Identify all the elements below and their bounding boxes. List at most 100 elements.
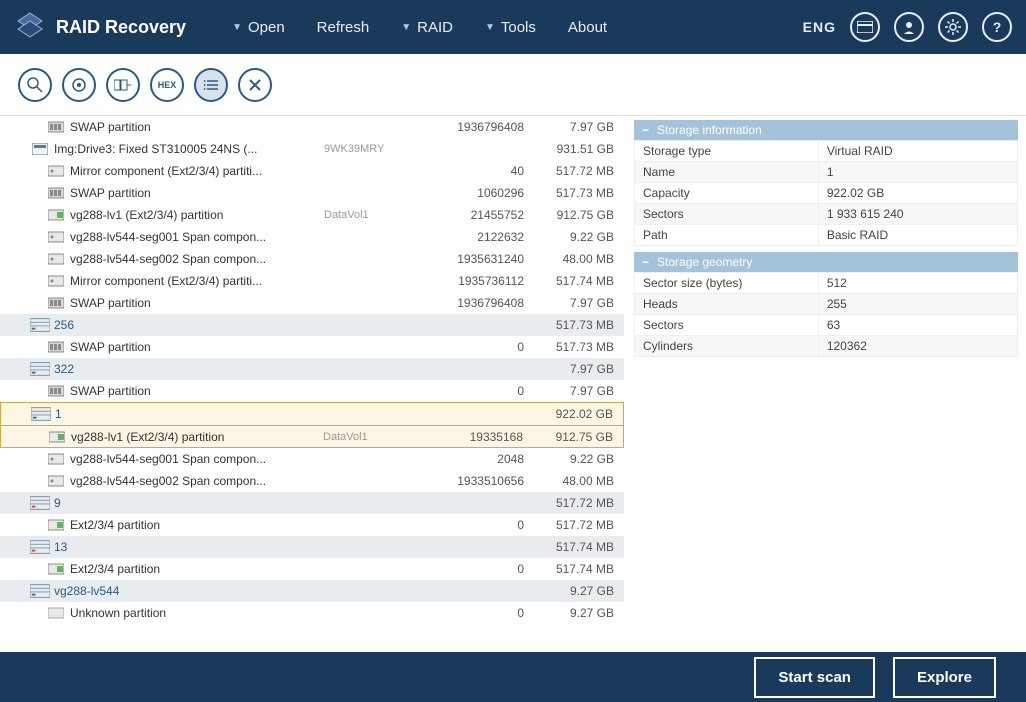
storage-item[interactable]: SWAP partition07.97 GB	[0, 380, 624, 402]
info-row: PathBasic RAID	[635, 225, 1018, 246]
storage-group[interactable]: vg288-lv5449.27 GB	[0, 580, 624, 602]
header-right: ENG ?	[803, 12, 1012, 42]
info-label: Sectors	[635, 204, 819, 225]
volume-icon	[46, 187, 66, 199]
item-volume-label: 9WK39MRY	[324, 143, 414, 155]
storage-item[interactable]: Ext2/3/4 partition0517.74 MB	[0, 558, 624, 580]
storage-item[interactable]: Ext2/3/4 partition0517.72 MB	[0, 514, 624, 536]
menu-about[interactable]: About	[552, 19, 623, 36]
volume-icon	[46, 385, 66, 397]
item-size: 517.74 MB	[524, 562, 614, 576]
info-row: Sectors63	[635, 315, 1018, 336]
storage-group[interactable]: 3227.97 GB	[0, 358, 624, 380]
menu-open[interactable]: ▼Open	[216, 19, 301, 36]
storage-item[interactable]: Img:Drive3: Fixed ST310005 24NS (...9WK3…	[0, 138, 624, 160]
storage-item[interactable]: vg288-lv544-seg001 Span compon...20489.2…	[0, 448, 624, 470]
item-name: vg288-lv544-seg001 Span compon...	[70, 452, 324, 466]
storage-item[interactable]: SWAP partition 1060296517.73 MB	[0, 182, 624, 204]
info-label: Capacity	[635, 183, 819, 204]
item-name: SWAP partition	[70, 186, 324, 200]
item-size: 517.73 MB	[524, 340, 614, 354]
help-icon[interactable]: ?	[982, 12, 1012, 42]
raid-icon	[30, 540, 50, 554]
item-sectors: 2122632	[414, 230, 524, 244]
user-icon[interactable]	[894, 12, 924, 42]
storage-tree[interactable]: SWAP partition19367964087.97 GBImg:Drive…	[0, 116, 624, 652]
info-row: Capacity922.02 GB	[635, 183, 1018, 204]
info-value: 1 933 615 240	[818, 204, 1017, 225]
info-row: Sectors1 933 615 240	[635, 204, 1018, 225]
volume-icon	[46, 231, 66, 243]
item-size: 9.22 GB	[524, 452, 614, 466]
item-size: 517.73 MB	[524, 186, 614, 200]
item-name: SWAP partition	[70, 340, 324, 354]
info-label: Sectors	[635, 315, 819, 336]
group-name: 256	[54, 318, 524, 332]
item-sectors: 21455752	[414, 208, 524, 222]
tool-list-icon[interactable]	[194, 68, 228, 102]
tool-close-icon[interactable]	[238, 68, 272, 102]
item-name: Unknown partition	[70, 606, 324, 620]
info-section-storage-header[interactable]: −Storage information	[634, 120, 1018, 140]
raid-icon	[30, 584, 50, 598]
storage-item[interactable]: vg288-lv544-seg001 Span compon...2122632…	[0, 226, 624, 248]
storage-item[interactable]: vg288-lv1 (Ext2/3/4) partitionDataVol121…	[0, 204, 624, 226]
item-sectors: 1060296	[414, 186, 524, 200]
storage-item[interactable]: vg288-lv1 (Ext2/3/4) partitionDataVol119…	[0, 426, 624, 448]
storage-item[interactable]: SWAP partition19367964087.97 GB	[0, 292, 624, 314]
storage-group[interactable]: 9517.72 MB	[0, 492, 624, 514]
tool-hex-icon[interactable]: HEX	[150, 68, 184, 102]
item-size: 931.51 GB	[524, 142, 614, 156]
volume-icon	[46, 563, 66, 575]
card-icon[interactable]	[850, 12, 880, 42]
volume-icon	[46, 275, 66, 287]
item-name: Ext2/3/4 partition	[70, 562, 324, 576]
item-sectors: 0	[414, 518, 524, 532]
collapse-icon[interactable]: −	[642, 255, 649, 269]
storage-item[interactable]: Unknown partition09.27 GB	[0, 602, 624, 624]
storage-item[interactable]: SWAP partition19367964087.97 GB	[0, 116, 624, 138]
tool-search-icon[interactable]	[18, 68, 52, 102]
storage-item[interactable]: Mirror component (Ext2/3/4) partiti...19…	[0, 270, 624, 292]
footer-bar: Start scan Explore	[0, 652, 1026, 702]
info-section-geometry-header[interactable]: −Storage geometry	[634, 252, 1018, 272]
tool-scan-icon[interactable]	[62, 68, 96, 102]
info-label: Name	[635, 162, 819, 183]
item-sectors: 0	[414, 384, 524, 398]
language-selector[interactable]: ENG	[803, 19, 836, 35]
storage-item[interactable]: SWAP partition 0517.73 MB	[0, 336, 624, 358]
info-label: Heads	[635, 294, 819, 315]
storage-group[interactable]: 13517.74 MB	[0, 536, 624, 558]
item-sectors: 0	[414, 340, 524, 354]
item-size: 7.97 GB	[524, 120, 614, 134]
group-size: 922.02 GB	[523, 407, 613, 421]
tool-raid-icon[interactable]	[106, 68, 140, 102]
menu-tools[interactable]: ▼Tools	[469, 19, 552, 36]
app-header: RAID Recovery ▼Open Refresh ▼RAID ▼Tools…	[0, 0, 1026, 54]
storage-info-table: Storage typeVirtual RAIDName1Capacity922…	[634, 140, 1018, 246]
item-sectors: 1933510656	[414, 474, 524, 488]
item-name: Mirror component (Ext2/3/4) partiti...	[70, 274, 324, 288]
info-value: 63	[818, 315, 1017, 336]
item-name: SWAP partition	[70, 120, 324, 134]
menu-refresh[interactable]: Refresh	[301, 19, 386, 36]
start-scan-button[interactable]: Start scan	[754, 657, 875, 698]
storage-group[interactable]: 256517.73 MB	[0, 314, 624, 336]
item-size: 912.75 GB	[524, 208, 614, 222]
storage-item[interactable]: Mirror component (Ext2/3/4) partiti...40…	[0, 160, 624, 182]
info-label: Cylinders	[635, 336, 819, 357]
explore-button[interactable]: Explore	[893, 657, 996, 698]
storage-group[interactable]: 1922.02 GB	[0, 402, 624, 426]
group-name: 1	[55, 407, 523, 421]
menu-raid[interactable]: ▼RAID	[385, 19, 469, 36]
volume-icon	[47, 431, 67, 443]
item-name: Img:Drive3: Fixed ST310005 24NS (...	[54, 142, 324, 156]
storage-item[interactable]: vg288-lv544-seg002 Span compon...1933510…	[0, 470, 624, 492]
collapse-icon[interactable]: −	[642, 123, 649, 137]
info-value: 1	[818, 162, 1017, 183]
gear-icon[interactable]	[938, 12, 968, 42]
storage-item[interactable]: vg288-lv544-seg002 Span compon...1935631…	[0, 248, 624, 270]
raid-icon	[30, 362, 50, 376]
item-volume-label: DataVol1	[324, 209, 414, 221]
group-size: 9.27 GB	[524, 584, 614, 598]
